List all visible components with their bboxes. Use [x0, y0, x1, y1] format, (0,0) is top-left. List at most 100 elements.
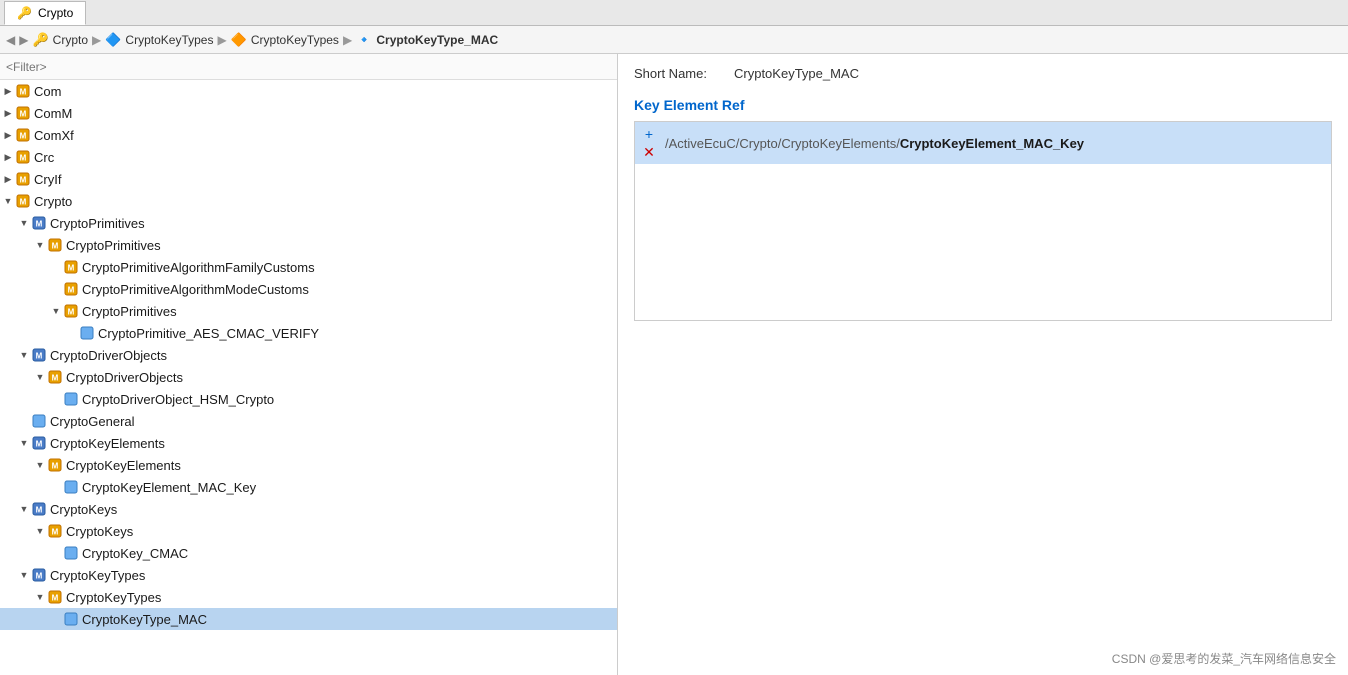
tree-toggle[interactable]: ▼: [16, 218, 32, 228]
svg-text:M: M: [36, 440, 43, 449]
key-element-row[interactable]: + ✕ /ActiveEcuC/Crypto/CryptoKeyElements…: [635, 122, 1331, 164]
tree-item[interactable]: ▼M Crypto: [0, 190, 617, 212]
tree-item[interactable]: CryptoKeyType_MAC: [0, 608, 617, 630]
tree-item[interactable]: ▶M Crc: [0, 146, 617, 168]
tree-toggle[interactable]: ▶: [0, 174, 16, 185]
tree-item[interactable]: ▼MCryptoKeyElements: [0, 454, 617, 476]
svg-text:M: M: [52, 594, 59, 603]
tree-node-label: CryptoGeneral: [50, 414, 135, 429]
tree-item[interactable]: ▶M CryIf: [0, 168, 617, 190]
filter-input[interactable]: [6, 60, 611, 74]
tree-item[interactable]: ▼ M CryptoKeyTypes: [0, 586, 617, 608]
tree-node-label: CryptoKeyTypes: [66, 590, 161, 605]
tree-item[interactable]: CryptoKeyElement_MAC_Key: [0, 476, 617, 498]
tree-node-label: CryIf: [34, 172, 61, 187]
tree-node-icon: M: [16, 172, 30, 187]
tree-item[interactable]: ▼MCryptoPrimitives: [0, 212, 617, 234]
tree-item[interactable]: CryptoGeneral: [0, 410, 617, 432]
tree-item[interactable]: ▼MCryptoPrimitives: [0, 300, 617, 322]
tree-toggle[interactable]: ▶: [0, 86, 16, 97]
tree-item[interactable]: ▼ M CryptoKeys: [0, 498, 617, 520]
tree-node-icon: M: [32, 436, 46, 451]
tree-item[interactable]: ▼MCryptoKeyTypes: [0, 564, 617, 586]
tree-toggle[interactable]: ▼: [16, 570, 32, 580]
app-window: 🔑 Crypto ◀ ▶ 🔑 Crypto ▶ 🔷 CryptoKeyTypes…: [0, 0, 1348, 675]
tree-container[interactable]: ▶MCom▶MComM▶MComXf▶MCrc▶MCryIf▼MCrypto▼M…: [0, 80, 617, 675]
tree-node-icon: [64, 480, 78, 495]
tree-node-label: CryptoPrimitives: [66, 238, 161, 253]
tree-toggle[interactable]: ▼: [32, 240, 48, 250]
tree-item[interactable]: ▼MCryptoKeyElements: [0, 432, 617, 454]
breadcrumb-item-4[interactable]: CryptoKeyType_MAC: [376, 33, 498, 47]
breadcrumb-item-1[interactable]: Crypto: [53, 33, 88, 47]
tree-toggle[interactable]: ▶: [0, 108, 16, 119]
tree-node-label: CryptoPrimitive_AES_CMAC_VERIFY: [98, 326, 319, 341]
breadcrumb-icon-2: 🔷: [105, 32, 121, 48]
breadcrumb: ◀ ▶ 🔑 Crypto ▶ 🔷 CryptoKeyTypes ▶ 🔶 Cryp…: [0, 26, 1348, 54]
tree-item[interactable]: ▶MComXf: [0, 124, 617, 146]
tree-node-icon: M: [64, 304, 78, 319]
tree-item[interactable]: CryptoDriverObject_HSM_Crypto: [0, 388, 617, 410]
breadcrumb-item-2[interactable]: CryptoKeyTypes: [125, 33, 213, 47]
tree-toggle[interactable]: ▶: [0, 130, 16, 141]
tree-node-icon: [64, 612, 78, 627]
tree-toggle[interactable]: ▼: [32, 592, 48, 602]
tree-item[interactable]: ▼MCryptoDriverObjects: [0, 366, 617, 388]
tree-item[interactable]: ▼MCryptoKeys: [0, 520, 617, 542]
filter-bar[interactable]: [0, 54, 617, 80]
tab-crypto[interactable]: 🔑 Crypto: [4, 1, 86, 25]
tree-node-icon: M: [32, 348, 46, 363]
tree-toggle[interactable]: ▼: [32, 372, 48, 382]
tree-node-icon: M: [48, 370, 62, 385]
tree-item[interactable]: ▼ M CryptoDriverObjects: [0, 344, 617, 366]
tree-node-icon: M: [16, 194, 30, 209]
svg-text:M: M: [36, 506, 43, 515]
action-icons: + ✕: [641, 126, 657, 160]
add-key-element-button[interactable]: +: [641, 126, 657, 142]
tree-node-label: Crc: [34, 150, 54, 165]
tree-item[interactable]: CryptoKey_CMAC: [0, 542, 617, 564]
tree-node-label: CryptoKeyType_MAC: [82, 612, 207, 627]
breadcrumb-home-icon: ◀: [6, 33, 15, 47]
tree-toggle[interactable]: ▼: [32, 460, 48, 470]
tree-node-icon: [32, 414, 46, 429]
key-element-table: + ✕ /ActiveEcuC/Crypto/CryptoKeyElements…: [634, 121, 1332, 321]
tree-toggle[interactable]: ▶: [0, 152, 16, 163]
tree-node-label: CryptoPrimitiveAlgorithmFamilyCustoms: [82, 260, 315, 275]
breadcrumb-sep-2: ▶: [217, 33, 226, 47]
tree-node-icon: [64, 546, 78, 561]
svg-text:M: M: [52, 462, 59, 471]
short-name-value: CryptoKeyType_MAC: [734, 66, 859, 81]
tree-item[interactable]: ▼M CryptoPrimitives: [0, 234, 617, 256]
svg-text:M: M: [68, 308, 75, 317]
tree-node-label: ComXf: [34, 128, 74, 143]
svg-text:M: M: [36, 220, 43, 229]
tree-node-label: CryptoPrimitiveAlgorithmModeCustoms: [82, 282, 309, 297]
svg-text:M: M: [36, 352, 43, 361]
delete-key-element-button[interactable]: ✕: [641, 144, 657, 160]
tree-node-icon: M: [48, 238, 62, 253]
tree-item[interactable]: MCryptoPrimitiveAlgorithmFamilyCustoms: [0, 256, 617, 278]
tree-node-label: Crypto: [34, 194, 72, 209]
tree-node-label: CryptoKeys: [50, 502, 117, 517]
tree-toggle[interactable]: ▼: [16, 438, 32, 448]
svg-text:M: M: [68, 286, 75, 295]
breadcrumb-item-3[interactable]: CryptoKeyTypes: [251, 33, 339, 47]
tree-toggle[interactable]: ▼: [0, 196, 16, 206]
tree-node-label: CryptoDriverObject_HSM_Crypto: [82, 392, 274, 407]
tree-node-icon: M: [16, 106, 30, 121]
tree-item[interactable]: CryptoPrimitive_AES_CMAC_VERIFY: [0, 322, 617, 344]
tree-node-icon: M: [16, 84, 30, 99]
tree-node-icon: M: [64, 282, 78, 297]
tree-toggle[interactable]: ▼: [48, 306, 64, 316]
tree-item[interactable]: ▶MCom: [0, 80, 617, 102]
tree-node-label: CryptoDriverObjects: [50, 348, 167, 363]
tree-item[interactable]: ▶MComM: [0, 102, 617, 124]
short-name-row: Short Name: CryptoKeyType_MAC: [634, 66, 1332, 81]
tree-toggle[interactable]: ▼: [32, 526, 48, 536]
tree-node-icon: M: [16, 150, 30, 165]
svg-text:M: M: [52, 374, 59, 383]
tree-toggle[interactable]: ▼: [16, 504, 32, 514]
tree-item[interactable]: M CryptoPrimitiveAlgorithmModeCustoms: [0, 278, 617, 300]
tree-toggle[interactable]: ▼: [16, 350, 32, 360]
